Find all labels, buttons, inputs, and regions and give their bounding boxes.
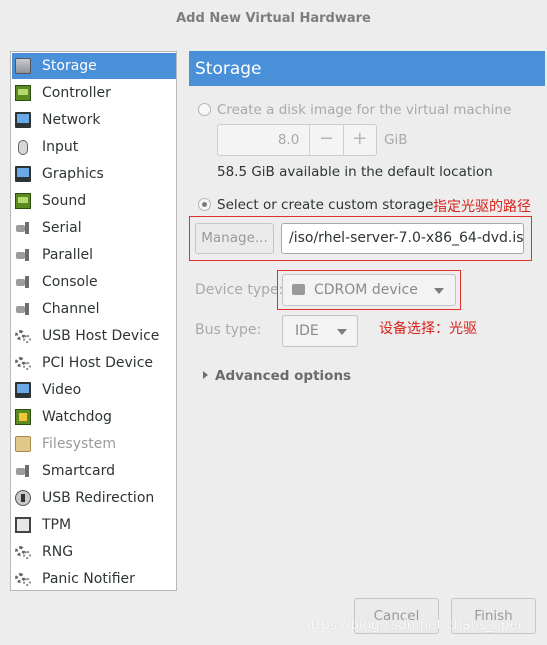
increment-button[interactable]: + [342,125,376,155]
sidebar-item-label: Video [42,382,82,398]
sidebar-item-label: Controller [42,85,111,101]
sidebar-item-label: Watchdog [42,409,112,425]
storage-path-input[interactable]: /iso/rhel-server-7.0-x86_64-dvd.iso [281,223,524,254]
path-annotation: 指定光驱的路径 [433,199,531,215]
folder-icon [15,436,31,452]
sidebar-item-filesystem[interactable]: Filesystem [12,431,176,457]
network-icon [15,112,31,128]
sidebar-item-label: Sound [42,193,87,209]
monitor-icon [15,166,31,182]
sidebar-item-pci-host-device[interactable]: PCI Host Device [12,350,176,376]
size-unit: GiB [384,132,408,148]
sidebar-item-graphics[interactable]: Graphics [12,161,176,187]
smartcard-icon [15,463,31,479]
cdrom-icon [292,284,305,295]
panic-notifier-icon [15,571,31,587]
sound-card-icon [15,193,31,209]
bus-type-select[interactable]: IDE [282,315,358,347]
mouse-icon [18,139,28,155]
sidebar-item-usb-redirection[interactable]: USB Redirection [12,485,176,511]
sidebar-item-label: PCI Host Device [42,355,154,371]
available-space-text: 58.5 GiB available in the default locati… [217,164,493,180]
serial-port-icon [15,220,31,236]
console-icon [15,274,31,290]
decrement-button[interactable]: − [309,125,342,155]
sidebar-item-input[interactable]: Input [12,134,176,160]
parallel-port-icon [15,247,31,263]
chevron-down-icon [434,288,444,294]
tpm-chip-icon [15,517,31,533]
rng-icon [15,544,31,560]
sidebar-item-storage[interactable]: Storage [12,53,176,79]
sidebar-item-label: Smartcard [42,463,116,479]
sidebar-item-label: Parallel [42,247,94,263]
device-annotation: 设备选择：光驱 [379,321,477,337]
sidebar-item-panic-notifier[interactable]: Panic Notifier [12,566,176,592]
custom-storage-radio[interactable] [198,198,211,211]
sidebar-item-label: Panic Notifier [42,571,135,587]
sidebar-item-smartcard[interactable]: Smartcard [12,458,176,484]
controller-icon [15,85,31,101]
sidebar-item-rng[interactable]: RNG [12,539,176,565]
manage-button[interactable]: Manage... [195,223,274,254]
device-type-select[interactable]: CDROM device [282,274,456,306]
sidebar-item-label: Graphics [42,166,104,182]
sidebar-item-parallel[interactable]: Parallel [12,242,176,268]
sidebar-item-label: USB Redirection [42,490,155,506]
sidebar-item-label: Storage [42,58,97,74]
sidebar-item-label: Console [42,274,98,290]
device-type-value: CDROM device [314,282,418,298]
dialog-title: Add New Virtual Hardware [176,11,371,26]
usb-redirection-icon [15,490,31,506]
device-type-label: Device type: [195,282,284,298]
expander-arrow-icon[interactable] [203,371,208,379]
video-icon [15,382,31,398]
sidebar-item-tpm[interactable]: TPM [12,512,176,538]
sidebar-item-label: RNG [42,544,74,560]
bus-type-label: Bus type: [195,322,262,338]
sidebar-item-label: USB Host Device [42,328,160,344]
sidebar-item-label: Input [42,139,79,155]
sidebar-item-label: Network [42,112,101,128]
disk-size-spinner[interactable]: 8.0 − + [217,124,377,156]
section-header: Storage [189,51,545,86]
usb-host-icon [15,328,31,344]
create-disk-radio[interactable] [198,103,211,116]
sidebar-item-serial[interactable]: Serial [12,215,176,241]
sidebar-item-console[interactable]: Console [12,269,176,295]
sidebar-item-video[interactable]: Video [12,377,176,403]
sidebar-item-network[interactable]: Network [12,107,176,133]
sidebar-item-sound[interactable]: Sound [12,188,176,214]
advanced-options-expander[interactable]: Advanced options [215,368,351,384]
channel-icon [15,301,31,317]
sidebar-item-label: Channel [42,301,100,317]
sidebar-item-controller[interactable]: Controller [12,80,176,106]
sidebar-item-channel[interactable]: Channel [12,296,176,322]
disk-size-value[interactable]: 8.0 [218,125,309,155]
watermark: https://blog.csdn.net/chaos_oper [302,617,524,633]
sidebar-item-usb-host-device[interactable]: USB Host Device [12,323,176,349]
bus-type-value: IDE [295,323,319,339]
sidebar-item-watchdog[interactable]: Watchdog [12,404,176,430]
watchdog-icon [15,409,31,425]
custom-storage-label: Select or create custom storage [217,197,434,213]
create-disk-label: Create a disk image for the virtual mach… [217,102,512,118]
hardware-type-list[interactable]: Storage Controller Network Input Graphics Sou… [10,51,177,591]
sidebar-item-label: Serial [42,220,82,236]
sidebar-item-label: TPM [42,517,72,533]
chevron-down-icon [337,329,347,335]
sidebar-item-label: Filesystem [42,436,117,452]
storage-icon [15,58,31,74]
pci-host-icon [15,355,31,371]
